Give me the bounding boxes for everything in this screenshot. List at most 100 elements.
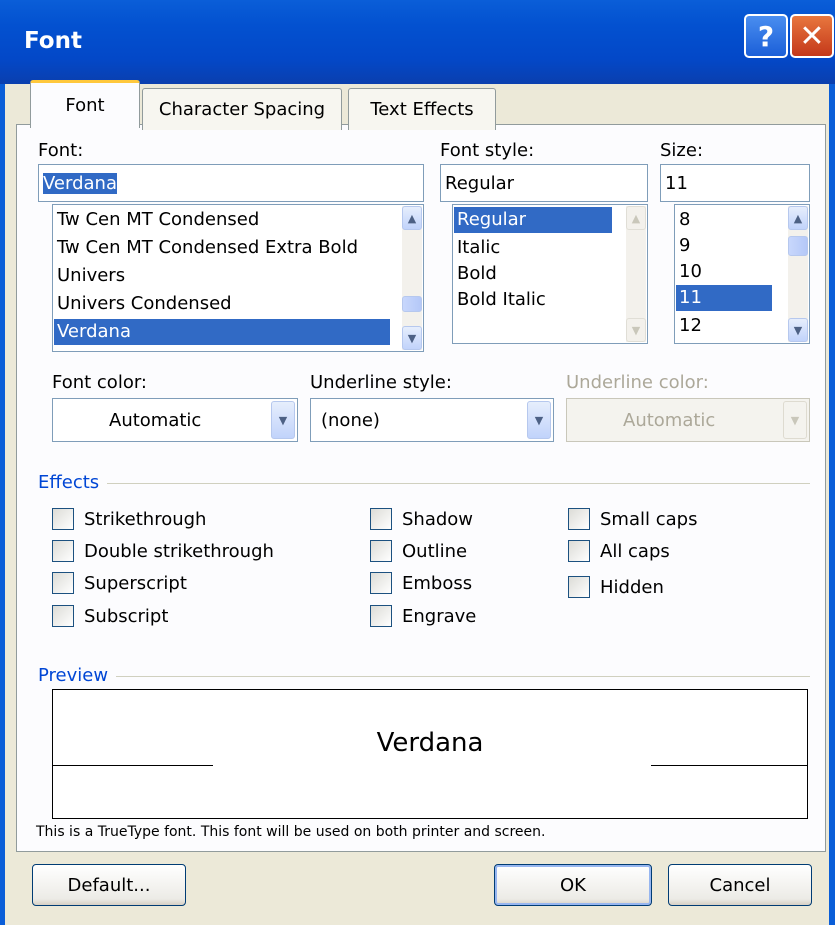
close-button[interactable]: ✕ [790,14,834,58]
checkbox-emboss[interactable]: Emboss [370,572,472,594]
help-icon: ? [757,19,775,53]
preview-box: Verdana [52,689,808,819]
cancel-button[interactable]: Cancel [668,864,812,906]
checkbox-hidden[interactable]: Hidden [568,576,664,598]
underline-color-select: Automatic ▼ [566,398,810,442]
size-list-item[interactable]: 9 [679,233,690,259]
checkbox-box[interactable] [568,576,590,598]
effects-divider [40,483,810,484]
title-bar [0,0,835,84]
font-style-item[interactable]: Italic [457,235,500,261]
checkbox-strikethrough[interactable]: Strikethrough [52,508,206,530]
font-style-scrollbar: ▲ ▼ [626,206,646,342]
checkbox-double-strikethrough[interactable]: Double strikethrough [52,540,274,562]
size-list-item[interactable]: 8 [679,207,690,233]
chevron-down-icon[interactable]: ▼ [527,401,551,439]
checkbox-outline[interactable]: Outline [370,540,467,562]
checkbox-subscript[interactable]: Subscript [52,605,168,627]
font-type-note: This is a TrueType font. This font will … [36,824,546,840]
tab-font[interactable]: Font [30,80,140,128]
font-style-item[interactable]: Bold Italic [457,287,546,313]
checkbox-label: Double strikethrough [84,540,274,562]
font-list-item[interactable]: Tw Cen MT Condensed Extra Bold [57,235,358,261]
checkbox-label: Engrave [402,605,477,627]
checkbox-shadow[interactable]: Shadow [370,508,473,530]
checkbox-box[interactable] [52,572,74,594]
scroll-up-icon: ▲ [626,206,646,230]
checkbox-box[interactable] [370,605,392,627]
chevron-down-icon: ▼ [783,401,807,439]
checkbox-box[interactable] [370,572,392,594]
underline-style-select[interactable]: (none) ▼ [310,398,554,442]
font-style-input[interactable]: Regular [440,164,648,202]
font-list-item[interactable]: Tw Cen MT Condensed [57,207,259,233]
font-style-item[interactable]: Bold [457,261,497,287]
size-list-scrollbar[interactable]: ▲ ▼ [788,206,808,342]
size-label: Size: [660,140,704,161]
size-list-item[interactable]: 10 [679,259,702,285]
checkbox-label: Hidden [600,576,664,598]
font-input[interactable]: Verdana [38,164,424,202]
size-list-item[interactable]: 12 [679,313,702,339]
size-input[interactable]: 11 [660,164,810,202]
scroll-down-icon[interactable]: ▼ [402,326,422,350]
checkbox-box[interactable] [370,508,392,530]
size-list[interactable]: 8 9 10 11 12 ▲ ▼ [674,204,810,344]
checkbox-box[interactable] [52,508,74,530]
font-list-item[interactable]: Univers Condensed [57,291,232,317]
checkbox-label: Small caps [600,508,698,530]
font-color-select[interactable]: Automatic ▼ [52,398,298,442]
effects-title: Effects [38,472,108,493]
chevron-down-icon[interactable]: ▼ [271,401,295,439]
underline-style-label: Underline style: [310,372,452,393]
preview-baseline-left [53,765,213,766]
font-style-item-selected[interactable]: Regular [454,207,612,233]
font-style-list[interactable]: Regular Italic Bold Bold Italic ▲ ▼ [452,204,648,344]
preview-title: Preview [38,665,117,686]
font-list-item-selected[interactable]: Verdana [54,319,390,345]
tab-character-spacing[interactable]: Character Spacing [142,88,342,130]
scroll-thumb[interactable] [788,236,808,256]
checkbox-box[interactable] [52,605,74,627]
close-icon: ✕ [799,18,825,54]
font-color-label: Font color: [52,372,147,393]
checkbox-label: Superscript [84,572,187,594]
font-color-value: Automatic [109,409,202,431]
font-list-item[interactable]: Univers [57,263,125,289]
window-frame-right [829,84,835,925]
size-list-item-selected[interactable]: 11 [676,285,772,311]
underline-color-label: Underline color: [566,372,709,393]
checkbox-box[interactable] [568,540,590,562]
font-input-text: Verdana [43,172,117,194]
checkbox-engrave[interactable]: Engrave [370,605,476,627]
font-list-scrollbar[interactable]: ▲ ▼ [402,206,422,350]
window-title: Font [24,28,82,54]
scroll-down-icon[interactable]: ▼ [788,318,808,342]
preview-baseline-right [651,765,807,766]
default-button[interactable]: Default... [32,864,186,906]
scroll-down-icon: ▼ [626,318,646,342]
tab-text-effects[interactable]: Text Effects [348,88,496,130]
checkbox-superscript[interactable]: Superscript [52,572,187,594]
font-list[interactable]: Tw Cen MT Condensed Tw Cen MT Condensed … [52,204,424,352]
scroll-thumb[interactable] [402,296,422,312]
underline-style-value: (none) [321,409,380,431]
checkbox-all-caps[interactable]: All caps [568,540,670,562]
preview-divider [40,676,810,677]
checkbox-box[interactable] [370,540,392,562]
checkbox-label: Outline [402,540,468,562]
scroll-up-icon[interactable]: ▲ [788,206,808,230]
font-style-label: Font style: [440,140,535,161]
checkbox-label: All caps [600,540,670,562]
checkbox-small-caps[interactable]: Small caps [568,508,697,530]
window-frame-left [0,84,5,925]
checkbox-box[interactable] [568,508,590,530]
checkbox-box[interactable] [52,540,74,562]
checkbox-label: Shadow [402,508,474,530]
ok-button[interactable]: OK [494,864,652,906]
checkbox-label: Emboss [402,572,473,594]
checkbox-label: Subscript [84,605,169,627]
font-label: Font: [38,140,84,161]
scroll-up-icon[interactable]: ▲ [402,206,422,230]
help-button[interactable]: ? [744,14,788,58]
